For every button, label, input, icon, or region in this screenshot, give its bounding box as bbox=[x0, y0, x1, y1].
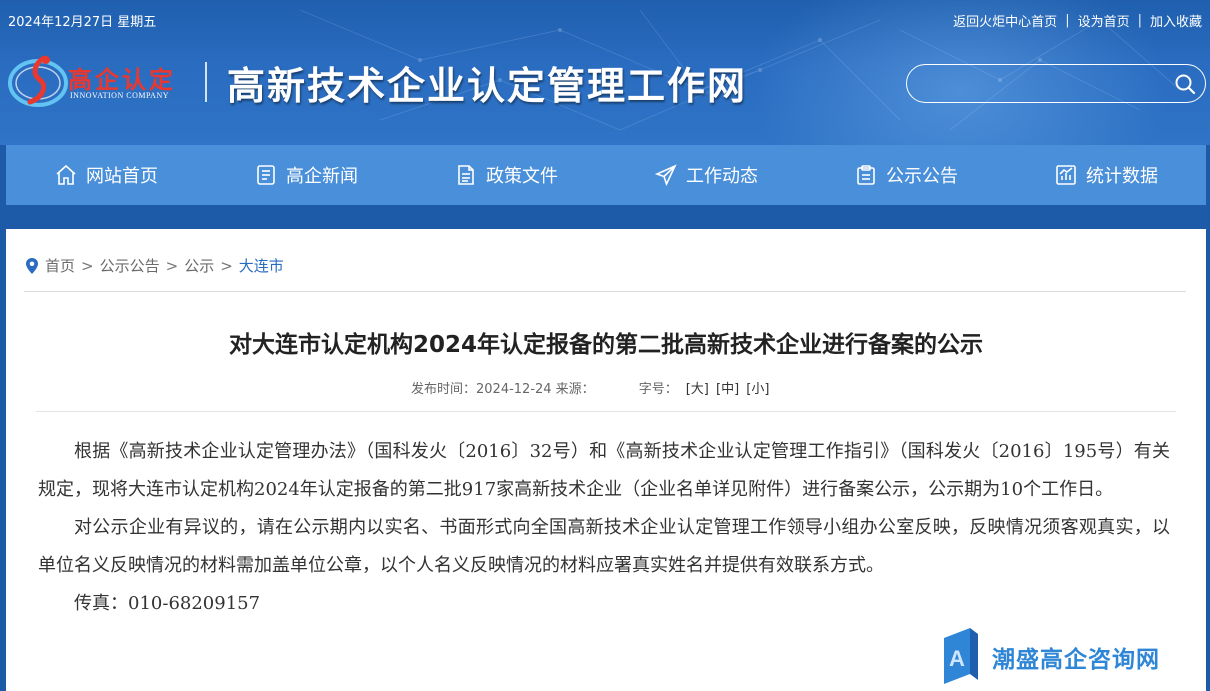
nav-item-home[interactable]: 网站首页 bbox=[6, 145, 206, 205]
nav-item-news[interactable]: 高企新闻 bbox=[206, 145, 406, 205]
divider bbox=[24, 291, 1186, 292]
chart-icon bbox=[1056, 165, 1076, 185]
nav-item-work-updates[interactable]: 工作动态 bbox=[606, 145, 806, 205]
breadcrumb-separator: > bbox=[81, 256, 94, 275]
breadcrumb-dalian[interactable]: 大连市 bbox=[239, 255, 284, 276]
font-size-small[interactable]: [小] bbox=[746, 382, 769, 397]
divider bbox=[36, 411, 1176, 412]
news-icon bbox=[257, 165, 275, 185]
top-links: 返回火炬中心首页 | 设为首页 | 加入收藏 bbox=[953, 11, 1202, 30]
logo-english-text: INNOVATION COMPANY bbox=[70, 91, 170, 100]
nav-item-announcements[interactable]: 公示公告 bbox=[806, 145, 1006, 205]
breadcrumb-announcements[interactable]: 公示公告 bbox=[100, 255, 160, 276]
breadcrumb-public-notice[interactable]: 公示 bbox=[184, 255, 214, 276]
site-header: 2024年12月27日 星期五 返回火炬中心首页 | 设为首页 | 加入收藏 高… bbox=[0, 0, 1210, 145]
article-paragraph: 对公示企业有异议的，请在公示期内以实名、书面形式向全国高新技术企业认定管理工作领… bbox=[38, 517, 1170, 576]
nav-label: 高企新闻 bbox=[286, 166, 358, 187]
location-pin-icon bbox=[26, 257, 38, 274]
nav-label: 政策文件 bbox=[486, 166, 558, 187]
link-separator: | bbox=[1065, 13, 1070, 28]
watermark-logo-icon: A bbox=[944, 628, 978, 684]
document-icon bbox=[458, 165, 474, 185]
current-date: 2024年12月27日 星期五 bbox=[8, 15, 157, 30]
font-size-controls: [大] [中] [小] bbox=[686, 378, 773, 397]
nav-item-policy[interactable]: 政策文件 bbox=[406, 145, 606, 205]
site-logo[interactable]: 高企认定 INNOVATION COMPANY bbox=[6, 50, 196, 112]
article-body: 根据《高新技术企业认定管理办法》（国科发火〔2016〕32号）和《高新技术企业认… bbox=[38, 433, 1170, 623]
font-size-label: 字号： bbox=[638, 382, 678, 397]
link-torch-center-home[interactable]: 返回火炬中心首页 bbox=[953, 11, 1057, 30]
main-nav: 网站首页 高企新闻 政策文件 工作动态 公示公告 统计数据 bbox=[6, 145, 1206, 205]
publish-date: 发布时间：2024-12-24 来源： bbox=[411, 382, 595, 397]
site-title: 高新技术企业认定管理工作网 bbox=[227, 63, 748, 108]
link-set-homepage[interactable]: 设为首页 bbox=[1078, 11, 1130, 30]
watermark-text: 潮盛高企咨询网 bbox=[992, 646, 1160, 673]
breadcrumb-separator: > bbox=[165, 256, 179, 275]
breadcrumb-home[interactable]: 首页 bbox=[45, 255, 75, 276]
link-separator: | bbox=[1137, 13, 1142, 28]
nav-item-statistics[interactable]: 统计数据 bbox=[1006, 145, 1206, 205]
search-icon[interactable] bbox=[1173, 72, 1197, 96]
paper-plane-icon bbox=[654, 164, 677, 187]
logo-swirl-icon bbox=[8, 55, 68, 107]
article-title: 对大连市认定机构2024年认定报备的第二批高新技术企业进行备案的公示 bbox=[228, 332, 983, 358]
font-size-large[interactable]: [大] bbox=[686, 382, 709, 397]
search-box bbox=[906, 64, 1206, 103]
svg-text:A: A bbox=[949, 646, 965, 671]
article-paragraph: 根据《高新技术企业认定管理办法》（国科发火〔2016〕32号）和《高新技术企业认… bbox=[38, 441, 1170, 500]
clipboard-icon bbox=[857, 165, 875, 185]
home-icon bbox=[56, 164, 76, 185]
logo-divider bbox=[205, 62, 207, 102]
nav-label: 工作动态 bbox=[686, 166, 758, 187]
nav-label: 公示公告 bbox=[886, 166, 958, 187]
breadcrumb-separator: > bbox=[220, 256, 233, 275]
breadcrumb: 首页 > 公示公告 > 公示 > 大连市 bbox=[24, 255, 284, 276]
nav-label: 统计数据 bbox=[1086, 166, 1158, 187]
font-size-medium[interactable]: [中] bbox=[716, 382, 739, 397]
nav-label: 网站首页 bbox=[86, 166, 158, 187]
link-add-favorite[interactable]: 加入收藏 bbox=[1150, 11, 1202, 30]
logo-chinese-text: 高企认定 bbox=[68, 65, 176, 94]
search-input[interactable] bbox=[923, 71, 1163, 97]
article-paragraph: 传真：010-68209157 bbox=[74, 593, 261, 614]
article-meta: 发布时间：2024-12-24 来源： 字号： [大] [中] [小] bbox=[411, 378, 772, 397]
watermark: A 潮盛高企咨询网 bbox=[940, 628, 1160, 686]
